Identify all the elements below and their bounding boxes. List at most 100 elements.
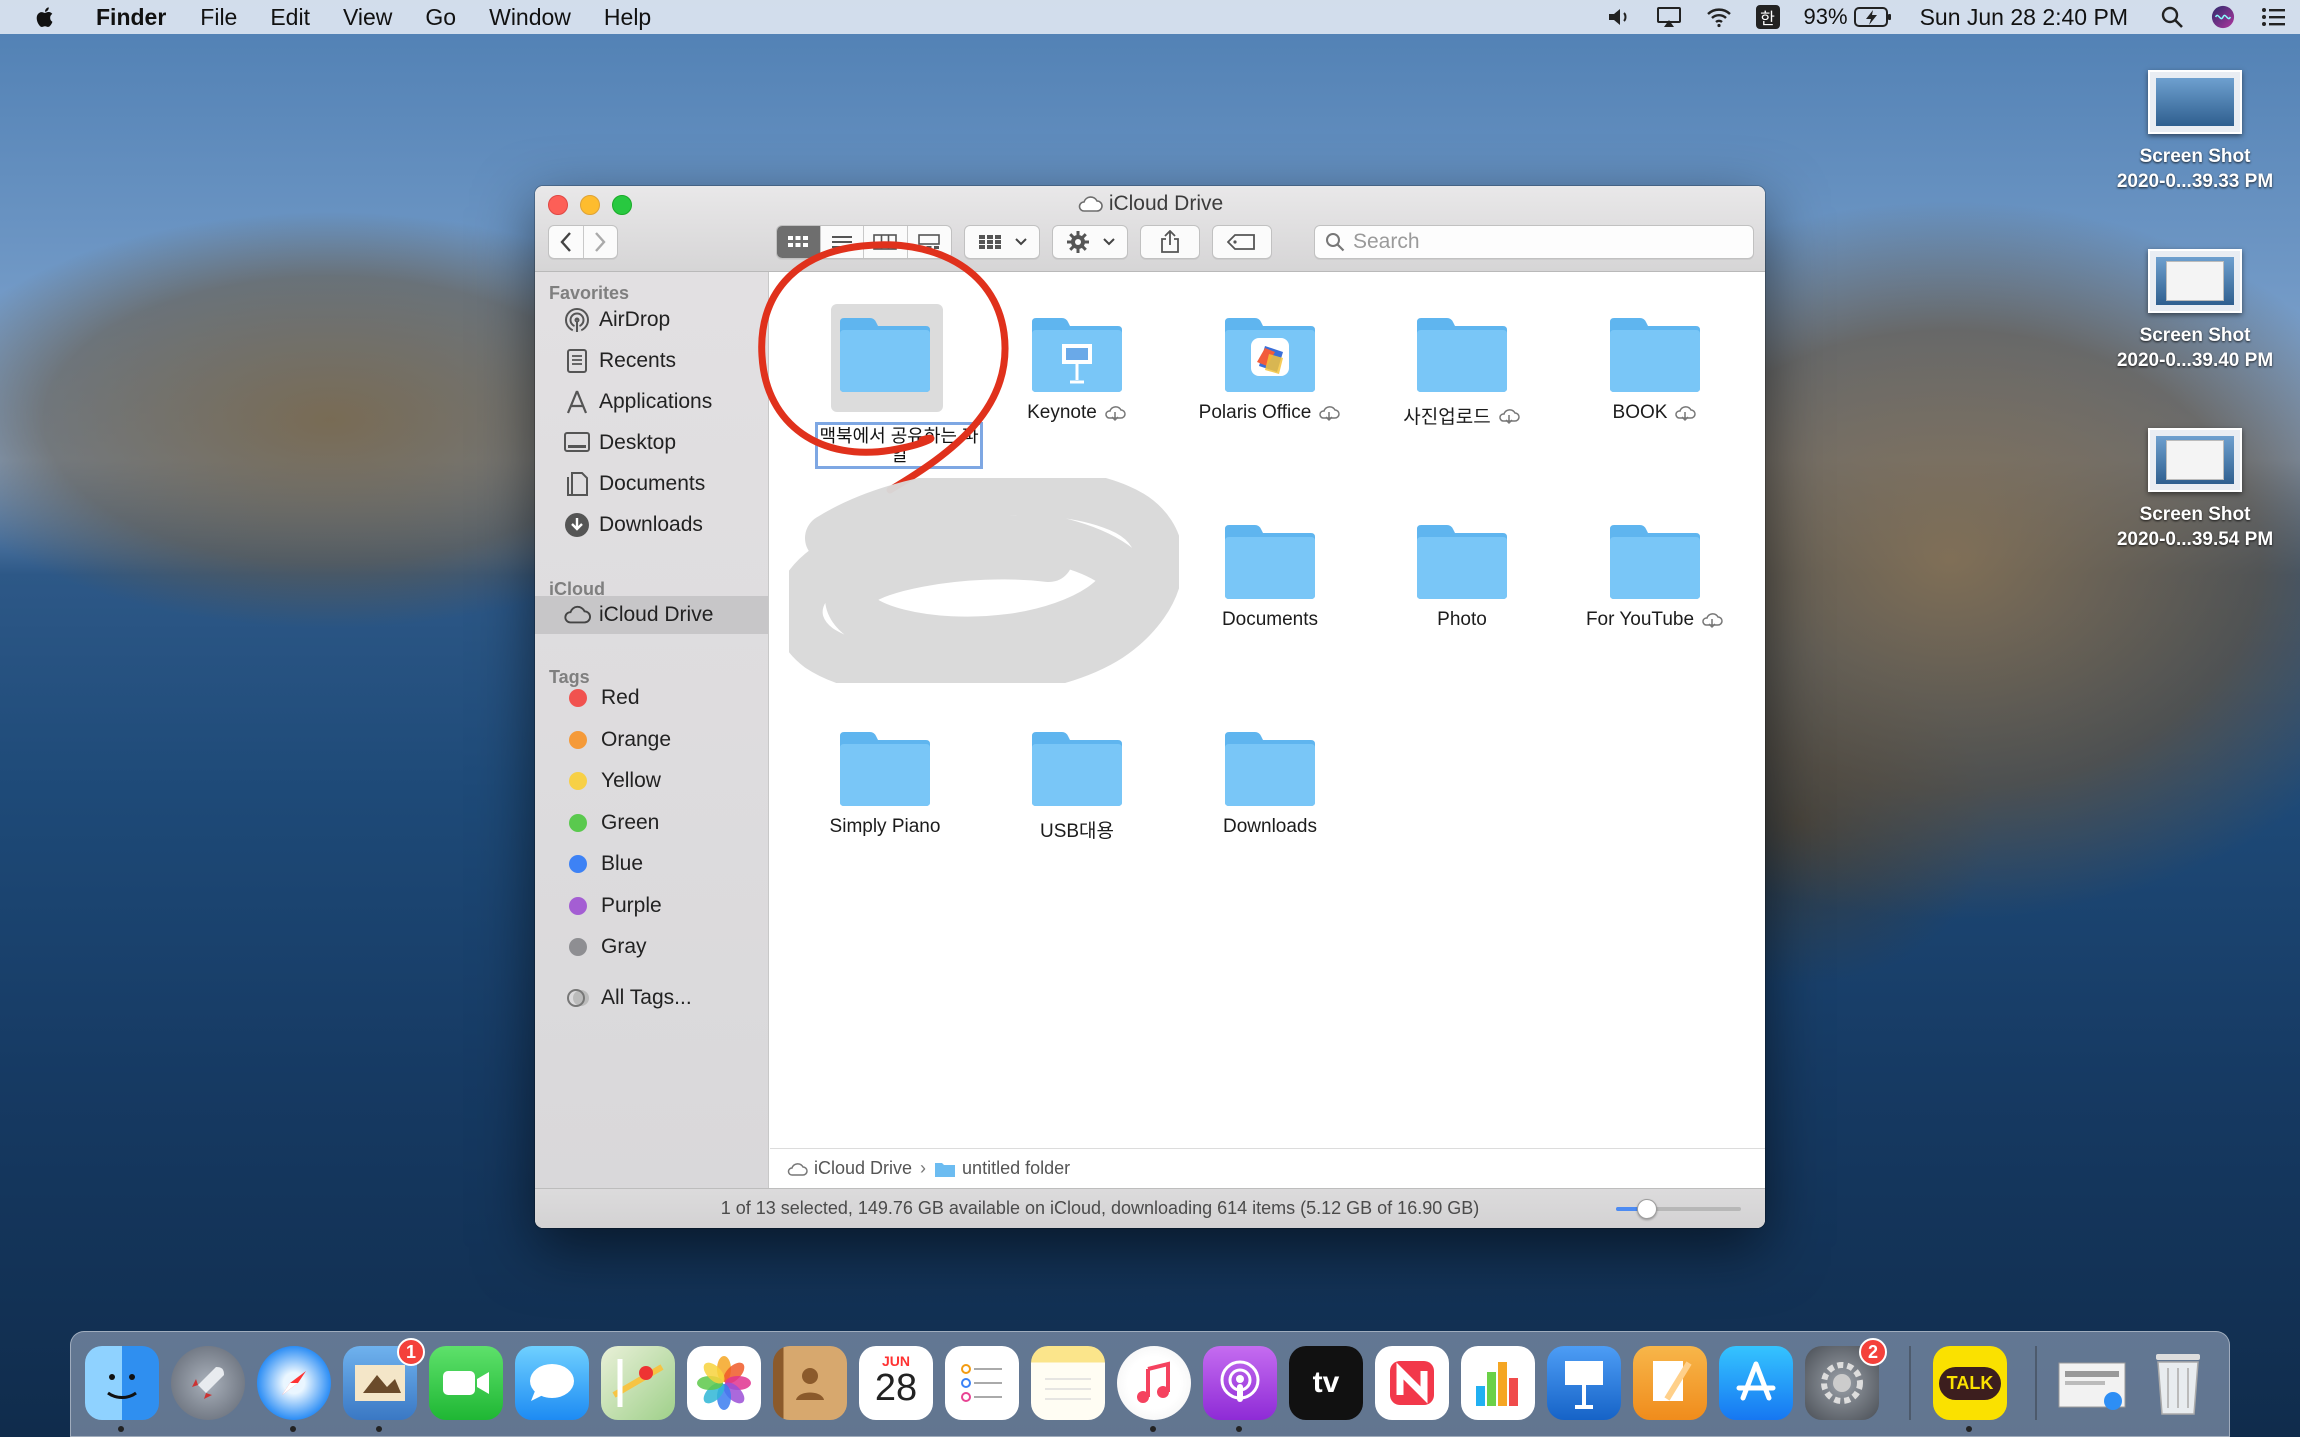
forward-button[interactable] xyxy=(582,226,617,258)
dock-calendar[interactable]: JUN 28 xyxy=(859,1346,933,1420)
sidebar-item-icloud-drive[interactable]: iCloud Drive xyxy=(535,596,768,634)
file-item[interactable]: USB대용 xyxy=(982,728,1172,843)
sidebar-tag-yellow[interactable]: Yellow xyxy=(535,762,768,800)
action-menu-button[interactable] xyxy=(1052,225,1128,259)
sidebar-item-documents[interactable]: Documents xyxy=(535,465,768,503)
sidebar-tag-blue[interactable]: Blue xyxy=(535,845,768,883)
cloud-download-icon[interactable] xyxy=(1497,407,1521,425)
dock-trash[interactable] xyxy=(2141,1346,2215,1420)
dock-contacts[interactable] xyxy=(773,1346,847,1420)
menu-help[interactable]: Help xyxy=(604,4,651,31)
menu-finder[interactable]: Finder xyxy=(96,4,166,31)
file-name: 사진업로드 xyxy=(1403,407,1491,428)
file-item[interactable]: BOOK xyxy=(1560,314,1750,424)
dock-downloads-stack[interactable] xyxy=(2055,1346,2129,1420)
dock-facetime[interactable] xyxy=(429,1346,503,1420)
menu-file[interactable]: File xyxy=(200,4,237,31)
dock-photos[interactable] xyxy=(687,1346,761,1420)
menu-window[interactable]: Window xyxy=(489,4,571,31)
dock-reminders[interactable] xyxy=(945,1346,1019,1420)
menu-go[interactable]: Go xyxy=(425,4,456,31)
back-button[interactable] xyxy=(549,226,583,258)
sidebar-item-airdrop[interactable]: AirDrop xyxy=(535,301,768,339)
dock-finder[interactable] xyxy=(85,1346,159,1432)
apple-menu-icon[interactable] xyxy=(30,4,62,30)
desktop-screenshot-3[interactable]: Screen Shot 2020-0...39.54 PM xyxy=(2095,428,2295,552)
file-item[interactable]: Downloads xyxy=(1175,728,1365,838)
volume-icon[interactable] xyxy=(1606,5,1632,29)
dock-apple-tv[interactable]: tv xyxy=(1289,1346,1363,1420)
sidebar-tag-green[interactable]: Green xyxy=(535,804,768,842)
sidebar-tag-gray[interactable]: Gray xyxy=(535,928,768,966)
sidebar-item-applications[interactable]: Applications xyxy=(535,383,768,421)
notification-center-icon[interactable] xyxy=(2260,5,2286,29)
cloud-download-icon[interactable] xyxy=(1103,404,1127,422)
dock-music[interactable] xyxy=(1117,1346,1191,1432)
cloud-download-icon[interactable] xyxy=(1673,404,1697,422)
sidebar-item-recents[interactable]: Recents xyxy=(535,342,768,380)
menu-view[interactable]: View xyxy=(343,4,392,31)
edit-tags-button[interactable] xyxy=(1212,225,1272,259)
icon-size-slider[interactable] xyxy=(1616,1199,1741,1219)
dock-pages[interactable] xyxy=(1633,1346,1707,1420)
airplay-icon[interactable] xyxy=(1656,5,1682,29)
applications-icon xyxy=(563,388,591,416)
file-label: Documents xyxy=(1175,609,1365,631)
siri-icon[interactable] xyxy=(2210,5,2236,29)
sidebar-item-label: Recents xyxy=(599,349,677,372)
cloud-download-icon[interactable] xyxy=(1700,611,1724,629)
sidebar-tag-orange[interactable]: Orange xyxy=(535,721,768,759)
dock-maps[interactable] xyxy=(601,1346,675,1420)
desktop-screenshot-1[interactable]: Screen Shot 2020-0...39.33 PM xyxy=(2095,70,2295,194)
menu-edit[interactable]: Edit xyxy=(270,4,310,31)
dock-keynote[interactable] xyxy=(1547,1346,1621,1420)
running-indicator xyxy=(118,1426,124,1432)
dock-podcasts[interactable] xyxy=(1203,1346,1277,1432)
dock-app-store[interactable] xyxy=(1719,1346,1793,1420)
sidebar-tag-red[interactable]: Red xyxy=(535,679,768,717)
sidebar-tag-purple[interactable]: Purple xyxy=(535,887,768,925)
wifi-icon[interactable] xyxy=(1706,5,1732,29)
dock-numbers[interactable] xyxy=(1461,1346,1535,1420)
path-segment-current[interactable]: untitled folder xyxy=(962,1158,1070,1179)
file-item[interactable]: Polaris Office xyxy=(1175,314,1365,424)
window-toolbar[interactable]: iCloud Drive Search xyxy=(535,186,1765,272)
file-item[interactable]: Documents xyxy=(1175,521,1365,631)
file-item[interactable]: 사진업로드 xyxy=(1367,314,1557,429)
file-item[interactable]: For YouTube xyxy=(1560,521,1750,631)
pen-document-icon xyxy=(1653,1361,1692,1401)
airdrop-icon xyxy=(563,306,591,334)
sidebar-item-downloads[interactable]: Downloads xyxy=(535,506,768,544)
sidebar-item-all-tags[interactable]: All Tags... xyxy=(535,979,768,1017)
battery-status[interactable]: 93% xyxy=(1804,4,1892,30)
share-button[interactable] xyxy=(1140,225,1200,259)
sidebar: Favorites AirDrop Recents Applications D… xyxy=(535,272,769,1188)
folder-icon xyxy=(1413,521,1511,601)
cloud-download-icon[interactable] xyxy=(1317,404,1341,422)
dock-system-preferences[interactable]: 2 xyxy=(1805,1338,1887,1420)
file-label: USB대용 xyxy=(982,816,1172,843)
dock-launchpad[interactable] xyxy=(171,1346,245,1420)
menubar-clock[interactable]: Sun Jun 28 2:40 PM xyxy=(1920,4,2128,31)
finder-window: iCloud Drive Search Favorites AirDrop Re… xyxy=(535,186,1765,1228)
spotlight-search-icon[interactable] xyxy=(2160,5,2186,29)
status-text: 1 of 13 selected, 149.76 GB available on… xyxy=(720,1198,1480,1218)
file-item[interactable]: Simply Piano xyxy=(790,728,980,838)
dock-news[interactable] xyxy=(1375,1346,1449,1420)
dock-messages[interactable] xyxy=(515,1346,589,1420)
music-note-icon xyxy=(1137,1361,1170,1403)
sidebar-item-desktop[interactable]: Desktop xyxy=(535,424,768,462)
slider-knob[interactable] xyxy=(1637,1199,1658,1219)
input-method-indicator[interactable]: 한 xyxy=(1755,5,1780,29)
sidebar-item-label: AirDrop xyxy=(599,308,671,331)
dock-notes[interactable] xyxy=(1031,1346,1105,1420)
file-item[interactable]: Photo xyxy=(1367,521,1557,631)
dock-mail[interactable]: 1 xyxy=(343,1338,425,1432)
dock-safari[interactable] xyxy=(257,1346,331,1432)
file-name: Downloads xyxy=(1223,816,1317,837)
sidebar-item-label: Purple xyxy=(601,894,662,917)
desktop-screenshot-2[interactable]: Screen Shot 2020-0...39.40 PM xyxy=(2095,249,2295,373)
path-segment-root[interactable]: iCloud Drive xyxy=(814,1158,912,1179)
search-field[interactable]: Search xyxy=(1314,225,1754,259)
dock-kakaotalk[interactable]: TALK xyxy=(1933,1346,2007,1432)
